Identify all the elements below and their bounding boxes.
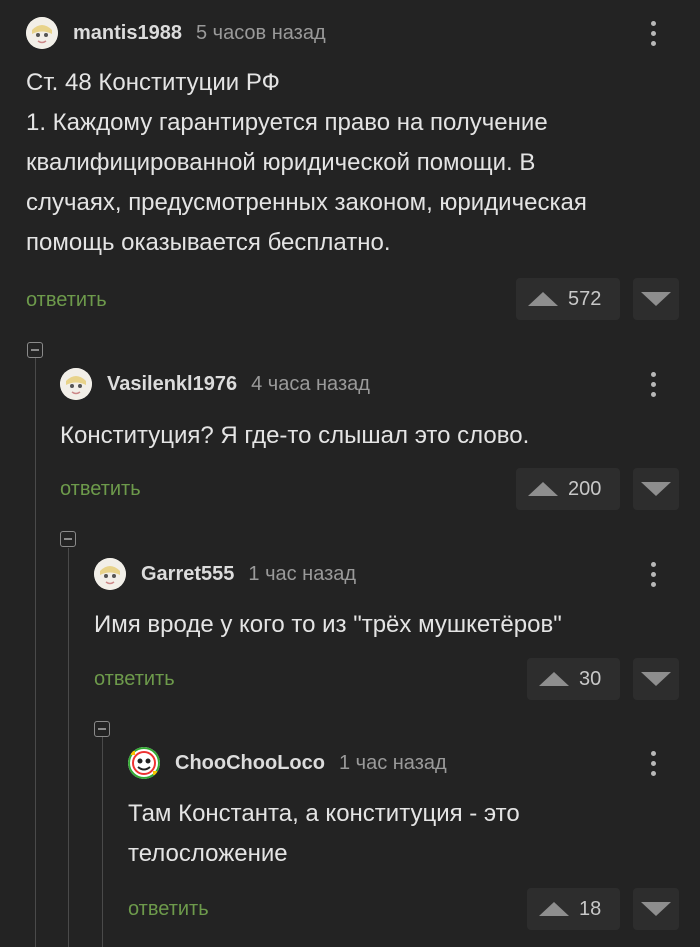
timestamp: 1 час назад [248,562,357,585]
downvote-button[interactable] [633,468,679,510]
collapse-thread-icon[interactable] [60,531,76,547]
comment-text: Там Константа, а конституция - это телос… [128,794,520,874]
downvote-arrow-icon [641,292,671,306]
avatar-icon[interactable] [94,558,126,590]
comment-line: Имя вроде у кого то из "трёх мушкетёров" [94,611,562,638]
comment-line: помощь оказывается бесплатно. [26,229,391,256]
collapse-thread-icon[interactable] [94,721,110,737]
reply-button[interactable]: ответить [26,289,107,312]
username[interactable]: Garret555 [141,563,234,586]
upvote-arrow-icon [528,482,558,496]
comment-header: ChooChooLoco 1 час назад [128,747,447,779]
thread-line [35,358,36,947]
comment-text: Конституция? Я где-то слышал это слово. [60,416,529,456]
username[interactable]: ChooChooLoco [175,752,325,775]
downvote-arrow-icon [641,672,671,686]
rating-count: 18 [579,897,602,920]
upvote-arrow-icon [539,672,569,686]
comment-header: Garret555 1 час назад [94,558,356,590]
kebab-menu-icon[interactable] [643,747,663,779]
rating-count: 572 [568,287,602,310]
downvote-button[interactable] [633,278,679,320]
comment-line: Ст. 48 Конституции РФ [26,69,280,96]
upvote-arrow-icon [539,902,569,916]
upvote-button[interactable]: 200 [516,468,620,510]
kebab-menu-icon[interactable] [643,368,663,400]
downvote-button[interactable] [633,888,679,930]
comment-text: Ст. 48 Конституции РФ 1. Каждому гаранти… [26,63,587,263]
username[interactable]: Vasilenkl1976 [107,373,237,396]
downvote-button[interactable] [633,658,679,700]
rating-count: 30 [579,667,602,690]
username[interactable]: mantis1988 [73,22,182,45]
kebab-menu-icon[interactable] [643,17,663,49]
comment-text: Имя вроде у кого то из "трёх мушкетёров" [94,605,562,645]
downvote-arrow-icon [641,902,671,916]
timestamp: 5 часов назад [195,21,326,44]
comment-line: Там Константа, а конституция - это [128,800,520,827]
thread-line [68,548,69,947]
collapse-thread-icon[interactable] [27,342,43,358]
comment-line: случаях, предусмотренных законом, юридич… [26,189,587,216]
upvote-button[interactable]: 18 [527,888,620,930]
comment-header: mantis1988 5 часов назад [26,17,326,49]
kebab-menu-icon[interactable] [643,558,663,590]
downvote-arrow-icon [641,482,671,496]
timestamp: 4 часа назад [251,372,370,395]
comment-line: 1. Каждому гарантируется право на получе… [26,109,548,136]
comment-line: Конституция? Я где-то слышал это слово. [60,422,530,449]
reply-button[interactable]: ответить [60,478,141,501]
comment-line: квалифицированной юридической помощи. В [26,149,536,176]
rating-count: 200 [568,477,602,500]
reply-button[interactable]: ответить [128,898,209,921]
upvote-button[interactable]: 572 [516,278,620,320]
timestamp: 1 час назад [338,751,447,774]
upvote-arrow-icon [528,292,558,306]
avatar-icon[interactable] [60,368,92,400]
avatar-icon[interactable] [128,747,160,779]
thread-line [102,737,103,947]
avatar-icon[interactable] [26,17,58,49]
reply-button[interactable]: ответить [94,668,175,691]
comment-line: телосложение [128,840,288,867]
comment-header: Vasilenkl1976 4 часа назад [60,368,370,400]
upvote-button[interactable]: 30 [527,658,620,700]
